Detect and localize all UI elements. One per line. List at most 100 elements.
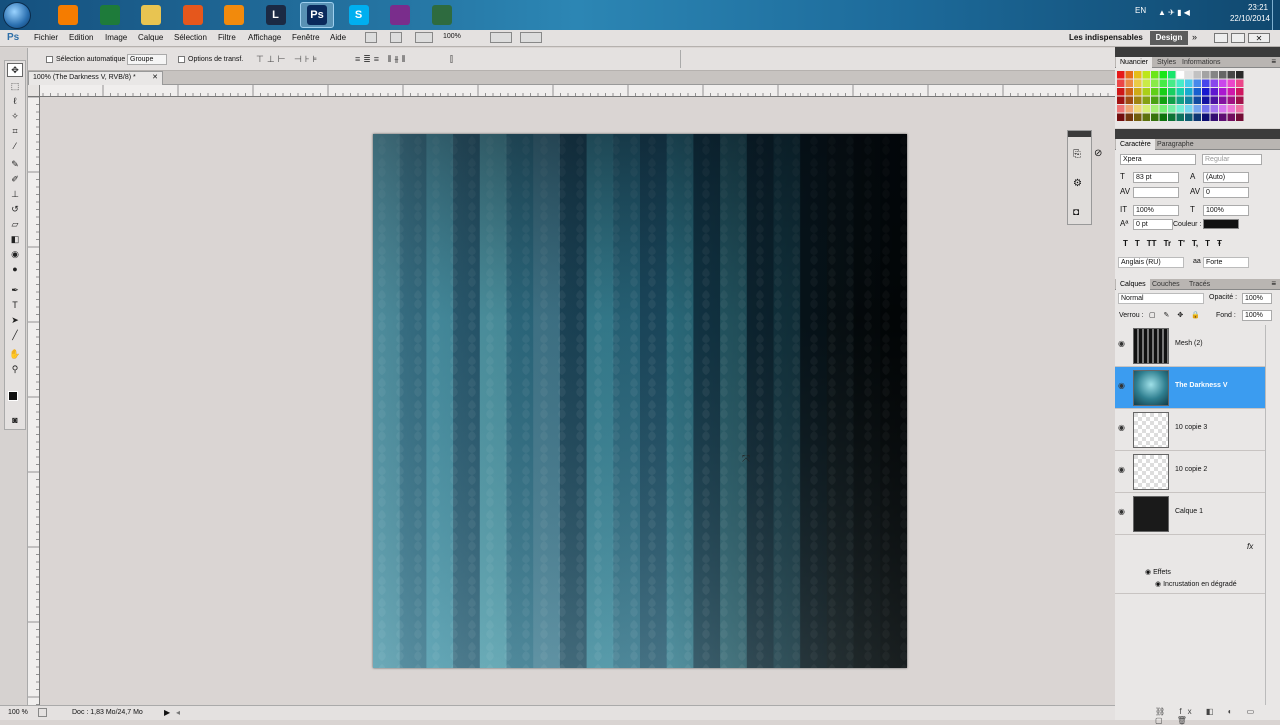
color-swatch[interactable] [1185,71,1193,79]
color-swatch[interactable] [1227,71,1236,79]
effect-eye-icon[interactable]: ◉ [1155,581,1163,588]
healing-brush-tool-icon[interactable]: ✎ [7,157,23,171]
history-panel-icon[interactable]: ⎘ [1073,149,1081,160]
color-swatch[interactable] [1151,113,1159,122]
workspace-design-button[interactable]: Design [1150,31,1188,45]
color-swatch[interactable] [1134,79,1142,88]
layer-visibility-eye-icon[interactable]: ◉ [1118,465,1128,475]
layer-name[interactable]: The Darkness V [1175,382,1228,389]
color-swatch[interactable] [1168,105,1176,113]
menu-item-5[interactable]: Filtre [218,33,236,42]
auto-select-checkbox[interactable] [46,56,53,63]
antialias-select[interactable]: Forte [1203,257,1249,268]
color-swatch[interactable] [1185,79,1193,88]
taskbar-app-winrar[interactable] [383,2,417,28]
taskbar-app-vlc[interactable] [217,2,251,28]
layer-visibility-eye-icon[interactable]: ◉ [1118,423,1128,433]
screen-mode-icon[interactable] [520,32,542,43]
color-swatch[interactable] [1117,71,1125,79]
marquee-tool-icon[interactable]: ⬚ [7,79,23,93]
dodge-tool-icon[interactable]: ● [7,262,23,276]
color-swatch[interactable] [1210,113,1219,122]
fill-field[interactable]: 100% [1242,310,1272,321]
color-swatch[interactable] [1193,113,1202,122]
layers-menu-icon[interactable]: ≡ [1271,279,1276,288]
color-swatch[interactable] [1142,96,1151,105]
color-swatch[interactable] [1142,113,1151,122]
taskbar-app-game[interactable] [425,2,459,28]
color-swatch[interactable] [1142,88,1151,96]
color-swatch[interactable] [1159,88,1168,96]
quick-mask-icon[interactable]: ◙ [7,413,23,427]
format-button-4[interactable]: T' [1178,239,1185,251]
more-workspaces-icon[interactable]: » [1192,32,1197,42]
color-swatch[interactable] [1210,71,1219,79]
status-zoom[interactable]: 100 % [8,709,28,716]
auto-align-icon[interactable]: ⫿ [450,54,453,65]
format-button-1[interactable]: T [1135,239,1140,251]
layer-row[interactable]: ◉ Calque 1 [1115,493,1265,535]
color-swatch[interactable] [1193,79,1202,88]
layer-visibility-eye-icon[interactable]: ◉ [1118,507,1128,517]
auto-select-dropdown[interactable]: Groupe [127,54,167,65]
ruler-origin[interactable] [28,85,40,97]
tab-styles[interactable]: Styles [1153,57,1180,68]
brush-tool-icon[interactable]: ✐ [7,172,23,186]
color-swatch[interactable] [1202,105,1210,113]
font-family-select[interactable]: Xpera [1120,154,1196,165]
clock-time[interactable]: 23:21 [1228,3,1268,12]
font-style-select[interactable]: Regular [1202,154,1262,165]
color-swatch[interactable] [1134,105,1142,113]
layer-row[interactable]: ◉ 10 copie 3 [1115,409,1265,451]
language-select[interactable]: Anglais (RU) [1118,257,1184,268]
color-swatch[interactable] [1236,96,1244,105]
color-swatch[interactable] [1219,79,1227,88]
distribute-icons[interactable]: ≡≣≡ ⫴⫵⫴ [355,54,408,65]
color-swatch[interactable] [1168,88,1176,96]
color-swatch[interactable] [1151,96,1159,105]
color-swatch[interactable] [1117,113,1125,122]
color-swatch[interactable] [1168,96,1176,105]
blur-tool-icon[interactable]: ◉ [7,247,23,261]
layer-name[interactable]: Calque 1 [1175,508,1203,515]
transform-controls-checkbox[interactable] [178,56,185,63]
color-swatch[interactable] [1176,88,1185,96]
color-swatch[interactable] [1142,105,1151,113]
vertical-scale-field[interactable]: 100% [1133,205,1179,216]
menu-item-4[interactable]: Sélection [174,33,207,42]
type-tool-icon[interactable]: T [7,298,23,312]
color-swatch[interactable] [1227,88,1236,96]
properties-panel-icon[interactable]: ◘ [1073,207,1079,218]
menu-item-0[interactable]: Fichier [34,33,58,42]
tab-calques[interactable]: Calques [1116,279,1150,290]
format-button-3[interactable]: Tr [1164,239,1172,251]
status-info-icon[interactable] [38,708,47,717]
menu-item-7[interactable]: Fenêtre [292,33,320,42]
color-swatch[interactable] [1125,105,1134,113]
layer-name[interactable]: 10 copie 3 [1175,424,1207,431]
menu-item-1[interactable]: Edition [69,33,93,42]
color-swatch[interactable] [1185,88,1193,96]
color-swatch[interactable] [1227,113,1236,122]
color-swatch[interactable] [1134,88,1142,96]
move-tool-icon[interactable]: ✥ [7,63,23,77]
color-swatch[interactable] [1236,88,1244,96]
layer-visibility-eye-icon[interactable]: ◉ [1118,339,1128,349]
effects-eye-icon[interactable]: ◉ [1145,569,1153,576]
color-swatch[interactable] [1236,79,1244,88]
menu-item-8[interactable]: Aide [330,33,346,42]
menu-item-2[interactable]: Image [105,33,127,42]
lasso-tool-icon[interactable]: ℓ [7,94,23,108]
color-swatch[interactable] [1236,71,1244,79]
menu-item-3[interactable]: Calque [138,33,163,42]
color-swatch[interactable] [1125,113,1134,122]
layer-row[interactable]: ◉ Mesh (2) [1115,325,1265,367]
layer-footer-icons[interactable]: ⛓ fx ◧ ◐ ▭ ▢ 🗑 [1155,707,1280,725]
format-button-5[interactable]: T, [1192,239,1198,251]
format-button-2[interactable]: TT [1147,239,1157,251]
arrange-docs-icon[interactable] [490,32,512,43]
extras-icon[interactable] [415,32,433,43]
layer-row[interactable]: ◉ The Darkness V [1115,367,1265,409]
color-swatch[interactable] [1176,96,1185,105]
mini-bridge-icon[interactable] [390,32,402,43]
